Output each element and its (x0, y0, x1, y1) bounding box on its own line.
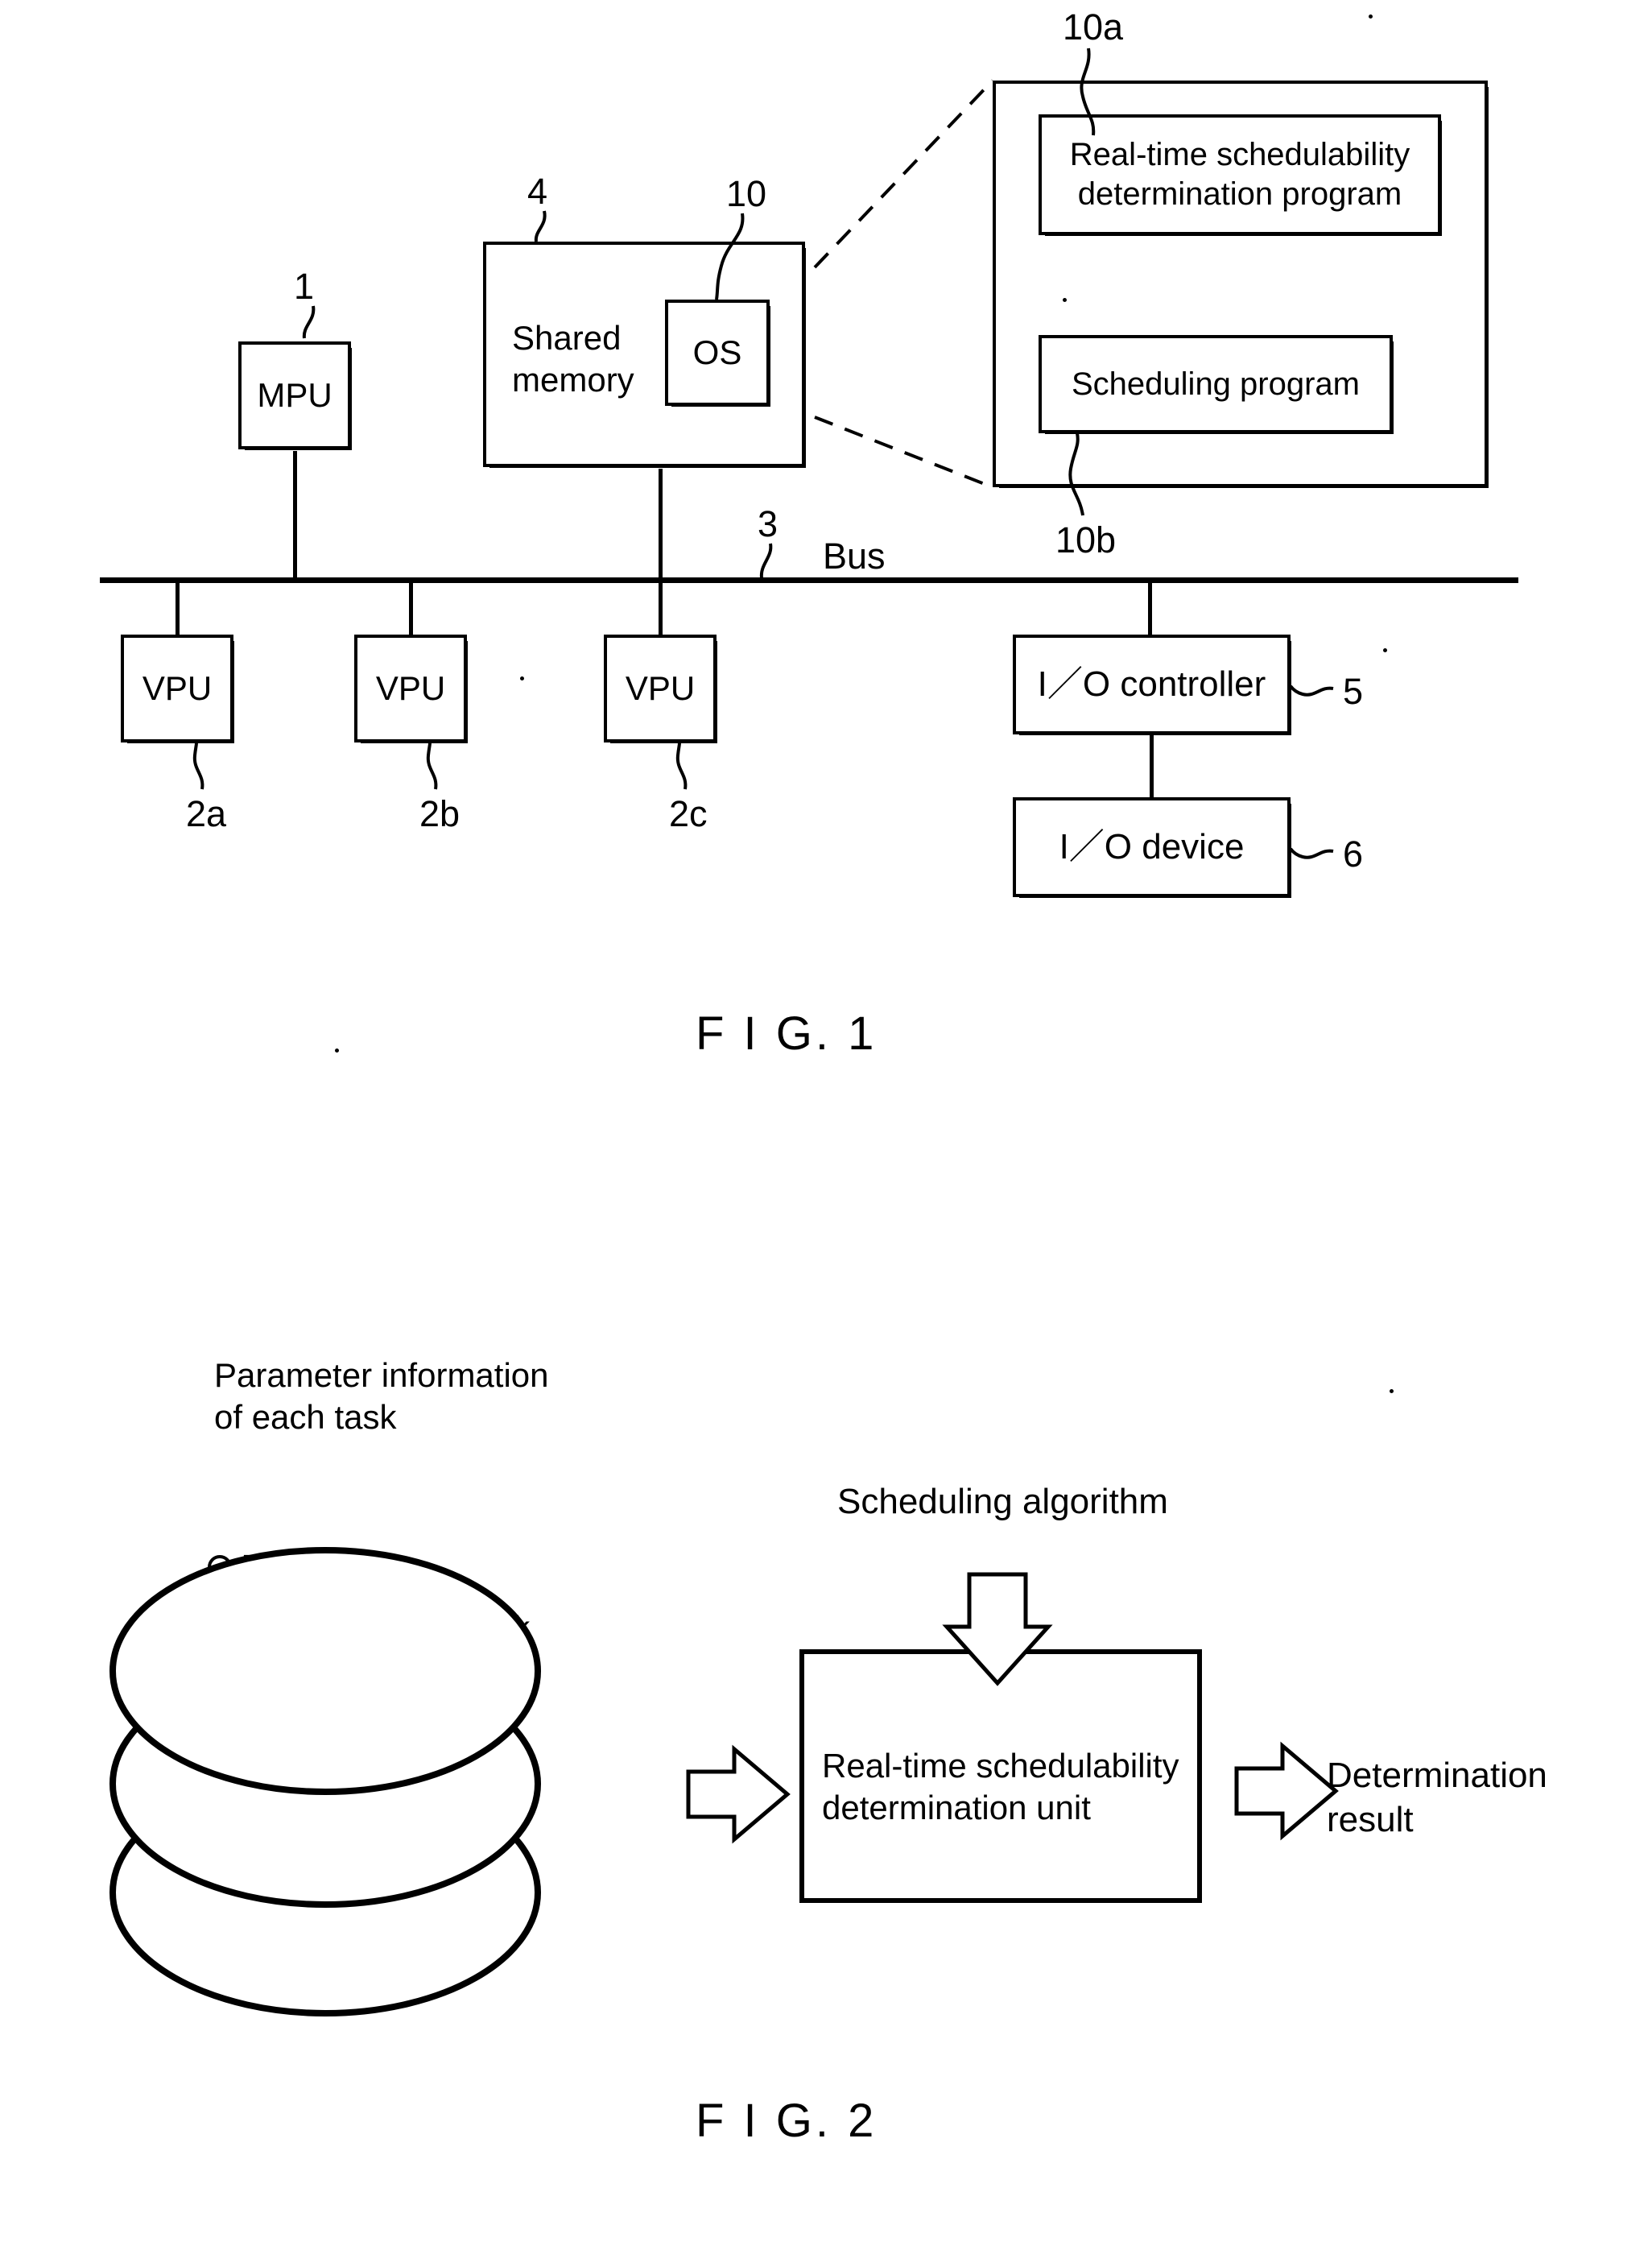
task-label: Task (316, 1673, 384, 1710)
scheduling-program-box: Scheduling program (1039, 335, 1394, 434)
leader-2c (675, 742, 688, 790)
vpu-c-label: VPU (625, 669, 696, 708)
determination-result-arrow-icon (1234, 1741, 1339, 1841)
reference-number-2c: 2c (669, 793, 708, 834)
vpu-b-box: VPU (354, 635, 468, 743)
task-entry-circle: Task (208, 1548, 311, 1586)
expansion-line-bottom (814, 416, 993, 489)
vpu-c-box: VPU (604, 635, 717, 743)
io-controller-bus-connector (1148, 581, 1152, 635)
mpu-box: MPU (238, 341, 352, 450)
leader-2a (192, 742, 204, 790)
parameter-input-arrow-icon (686, 1744, 791, 1844)
reference-number-4: 4 (527, 171, 548, 212)
scheduling-program-label: Scheduling program (1072, 366, 1360, 402)
figure-2-caption: F I G. 2 (696, 2095, 878, 2147)
parameter-information-title: Parameter information of each task (214, 1356, 549, 1437)
reference-number-5: 5 (1343, 671, 1364, 712)
shared-memory-bus-connector (659, 469, 663, 580)
reference-number-3: 3 (758, 503, 779, 544)
leader-2b (426, 742, 438, 790)
patent-figure-page: 10a Real-time schedulability determinati… (0, 0, 1652, 2246)
mpu-bus-connector (293, 451, 297, 580)
circle-marker-icon (208, 1554, 232, 1579)
io-controller-device-connector (1150, 734, 1154, 800)
bus-line (100, 577, 1518, 583)
triangle-marker-icon (422, 1615, 451, 1640)
scan-speck (1383, 648, 1387, 652)
io-device-box: I／O device (1013, 797, 1291, 898)
io-device-label: I／O device (1059, 827, 1245, 867)
task-entry-triangle: Task (422, 1609, 530, 1647)
leader-4 (534, 210, 547, 242)
determination-result-label: Determination result (1327, 1756, 1547, 1839)
figure-1-caption: F I G. 1 (696, 1007, 878, 1060)
reference-number-6: 6 (1343, 833, 1364, 875)
leader-3 (759, 543, 773, 579)
bus-label: Bus (823, 536, 886, 577)
task-entry-square: Task (280, 1673, 383, 1711)
io-controller-label: I／O controller (1037, 664, 1266, 705)
reference-number-2a: 2a (186, 793, 227, 834)
leader-1 (302, 305, 316, 339)
scan-speck (1369, 14, 1373, 19)
io-controller-box: I／O controller (1013, 635, 1291, 735)
realtime-schedulability-determination-program-label: Real-time schedulability determination p… (1069, 137, 1410, 212)
vpu-b-bus-connector (409, 581, 413, 635)
realtime-schedulability-determination-unit-box: Real-time schedulability determination u… (799, 1649, 1202, 1903)
scan-speck (1390, 1389, 1394, 1393)
task-stack-ellipse-top (109, 1547, 542, 1795)
leader-5 (1289, 685, 1334, 697)
vpu-a-box: VPU (121, 635, 234, 743)
reference-number-1: 1 (294, 266, 315, 307)
reference-number-10: 10 (726, 173, 767, 214)
scan-speck (1063, 298, 1067, 302)
vpu-b-label: VPU (375, 669, 446, 708)
expansion-line-top (813, 79, 994, 269)
vpu-c-bus-connector (659, 581, 663, 635)
vpu-a-bus-connector (176, 581, 180, 635)
leader-6 (1289, 847, 1334, 859)
os-box: OS (665, 300, 770, 407)
reference-number-10a: 10a (1063, 6, 1124, 48)
square-marker-icon (280, 1678, 304, 1706)
shared-memory-label: Shared memory (512, 319, 634, 399)
task-label: Task (243, 1548, 312, 1585)
reference-number-2b: 2b (419, 793, 460, 834)
scan-speck (520, 676, 524, 680)
mpu-label: MPU (257, 376, 332, 415)
task-stack-ellipse-bottom (109, 1768, 542, 2016)
scheduling-algorithm-label: Scheduling algorithm (837, 1482, 1168, 1521)
os-label: OS (692, 333, 742, 372)
scan-speck (335, 1049, 339, 1053)
realtime-schedulability-determination-unit-label: Real-time schedulability determination u… (822, 1747, 1179, 1827)
task-label: Task (462, 1609, 531, 1646)
realtime-schedulability-determination-program-box: Real-time schedulability determination p… (1039, 114, 1442, 236)
reference-number-10b: 10b (1055, 519, 1117, 560)
vpu-a-label: VPU (142, 669, 213, 708)
